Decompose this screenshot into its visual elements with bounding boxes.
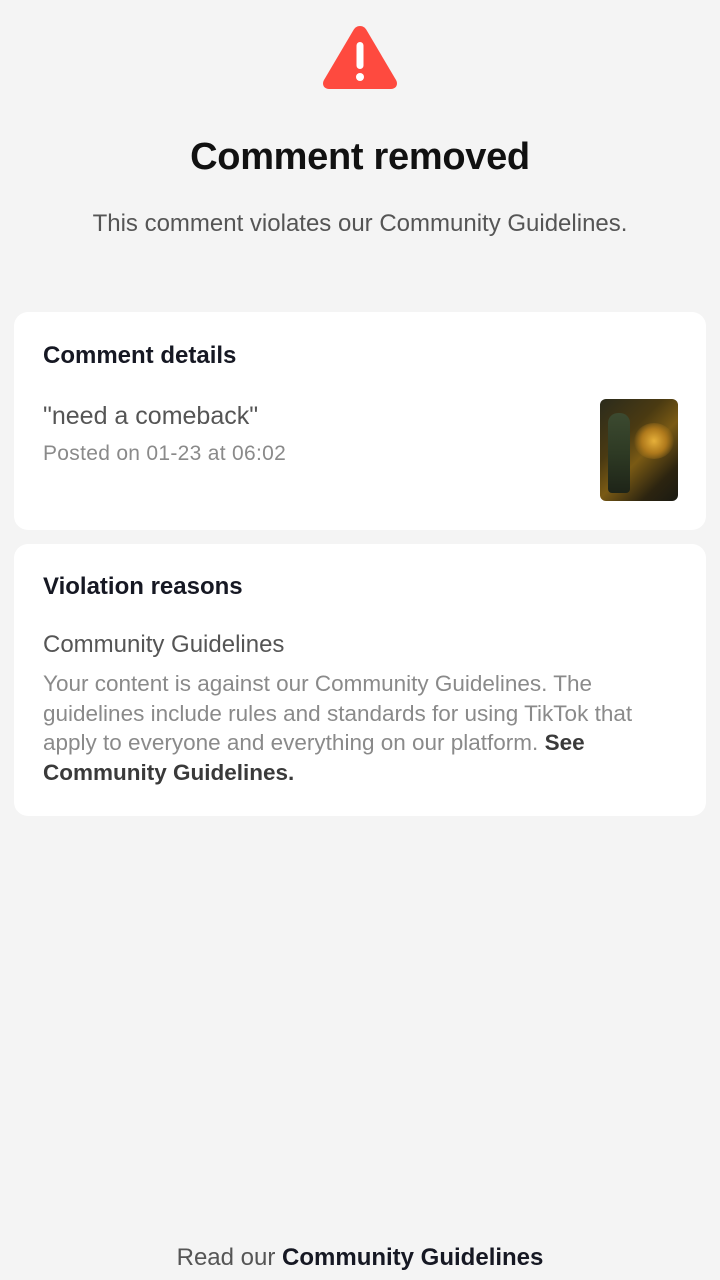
video-thumbnail[interactable] <box>600 399 678 501</box>
comment-removed-screen: Comment removed This comment violates ou… <box>0 0 720 1280</box>
warning-triangle-icon <box>323 26 397 89</box>
violation-reasons-card: Violation reasons Community Guidelines Y… <box>14 544 706 816</box>
comment-text: "need a comeback" <box>43 402 259 430</box>
comment-details-card: Comment details "need a comeback" Posted… <box>14 312 706 530</box>
thumbnail-light-glow <box>634 423 674 459</box>
footer-prefix: Read our <box>176 1244 276 1271</box>
reason-description: Your content is against our Community Gu… <box>43 669 683 787</box>
community-guidelines-link[interactable]: Community Guidelines <box>282 1244 543 1271</box>
reason-title: Community Guidelines <box>43 631 285 658</box>
thumbnail-figure <box>608 413 630 493</box>
footer: Read our Community Guidelines <box>0 1244 720 1272</box>
page-subtitle: This comment violates our Community Guid… <box>92 210 628 237</box>
comment-details-heading: Comment details <box>43 342 237 369</box>
comment-posted-date: Posted on 01-23 at 06:02 <box>43 442 287 465</box>
page-title: Comment removed <box>190 136 530 178</box>
violation-reasons-heading: Violation reasons <box>43 573 243 600</box>
